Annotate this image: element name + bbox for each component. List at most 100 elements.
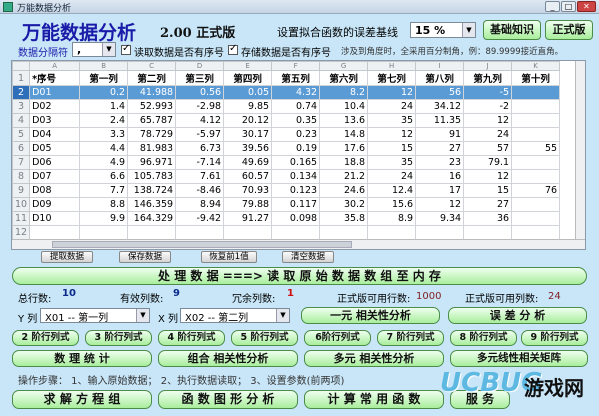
table-cell[interactable] <box>511 127 561 142</box>
table-cell[interactable]: 16 <box>415 169 465 184</box>
table-cell[interactable]: D08 <box>29 183 81 198</box>
table-cell[interactable]: -2 <box>463 99 513 114</box>
table-cell[interactable]: 17.6 <box>319 141 369 156</box>
table-cell[interactable] <box>79 225 129 240</box>
column-header[interactable]: 第六列 <box>319 70 369 86</box>
table-cell[interactable]: -8.46 <box>175 183 225 198</box>
process-data-button[interactable]: 处 理 数 据 ===> 读 取 原 始 数 据 数 组 至 内 存 <box>12 267 587 285</box>
table-cell[interactable]: 9.85 <box>223 99 273 114</box>
table-cell[interactable] <box>511 197 561 212</box>
table-row[interactable]: 2 D01 0.2 41.988 0.56 0.05 4.32 8.2 12 56 -5 <box>12 85 561 100</box>
table-cell[interactable]: 164.329 <box>127 211 177 226</box>
table-cell[interactable]: 0.74 <box>271 99 321 114</box>
table-cell[interactable]: 0.35 <box>271 113 321 128</box>
restore-button[interactable]: 恢复前1值 <box>201 251 257 263</box>
table-cell[interactable]: 49.69 <box>223 155 273 170</box>
table-cell[interactable]: 10.4 <box>319 99 369 114</box>
column-header[interactable]: 第二列 <box>127 70 177 86</box>
table-cell[interactable]: D03 <box>29 113 81 128</box>
table-cell[interactable]: 96.971 <box>127 155 177 170</box>
column-header[interactable]: 第八列 <box>415 70 465 86</box>
table-cell[interactable]: 8.9 <box>367 211 417 226</box>
column-header[interactable]: *序号 <box>29 70 81 86</box>
table-cell[interactable]: 52.993 <box>127 99 177 114</box>
table-cell[interactable]: 57 <box>463 141 513 156</box>
table-cell[interactable]: 8.8 <box>79 197 129 212</box>
table-cell[interactable]: 0.134 <box>271 169 321 184</box>
table-cell[interactable]: 0.117 <box>271 197 321 212</box>
combined-correlation-button[interactable]: 组合 相关性分析 <box>158 350 298 367</box>
linear-correlation-matrix-button[interactable]: 多元线性相关矩阵 <box>450 350 588 367</box>
order-5-determinant-button[interactable]: 5 阶行列式 <box>231 330 298 346</box>
table-cell[interactable] <box>463 225 513 240</box>
table-cell[interactable]: 70.93 <box>223 183 273 198</box>
table-cell[interactable]: 41.988 <box>127 85 177 100</box>
table-cell[interactable]: 20.12 <box>223 113 273 128</box>
table-cell[interactable]: 105.783 <box>127 169 177 184</box>
table-row[interactable]: 12 <box>12 225 561 240</box>
table-cell[interactable]: 91 <box>415 127 465 142</box>
table-cell[interactable]: 8.94 <box>175 197 225 212</box>
table-cell[interactable]: D10 <box>29 211 81 226</box>
table-cell[interactable]: 1.4 <box>79 99 129 114</box>
column-header[interactable]: 第十列 <box>511 70 561 86</box>
table-row[interactable]: 7 D06 4.9 96.971 -7.14 49.69 0.165 18.8 35 23 79.1 <box>12 155 561 170</box>
horizontal-scrollbar[interactable] <box>12 239 585 249</box>
scrollbar-thumb[interactable] <box>52 241 352 248</box>
table-cell[interactable]: 4.12 <box>175 113 225 128</box>
table-cell[interactable]: 9.9 <box>79 211 129 226</box>
order-4-determinant-button[interactable]: 4 阶行列式 <box>158 330 225 346</box>
table-cell[interactable]: 12 <box>367 127 417 142</box>
table-cell[interactable]: 65.787 <box>127 113 177 128</box>
order-3-determinant-button[interactable]: 3 阶行列式 <box>85 330 152 346</box>
table-cell[interactable]: 56 <box>415 85 465 100</box>
table-cell[interactable]: D06 <box>29 155 81 170</box>
table-cell[interactable] <box>511 85 561 100</box>
table-cell[interactable]: 27 <box>463 197 513 212</box>
table-cell[interactable]: 91.27 <box>223 211 273 226</box>
order-8-determinant-button[interactable]: 8 阶行列式 <box>450 330 517 346</box>
table-cell[interactable]: D05 <box>29 141 81 156</box>
table-cell[interactable]: -7.14 <box>175 155 225 170</box>
table-cell[interactable] <box>175 225 225 240</box>
column-header[interactable]: 第三列 <box>175 70 225 86</box>
table-cell[interactable]: D07 <box>29 169 81 184</box>
multivariate-correlation-button[interactable]: 多元 相关性分析 <box>304 350 444 367</box>
table-cell[interactable]: 30.2 <box>319 197 369 212</box>
table-cell[interactable]: 13.6 <box>319 113 369 128</box>
store-index-checkbox[interactable] <box>228 43 238 55</box>
table-cell[interactable]: 35 <box>367 113 417 128</box>
table-cell[interactable]: 12 <box>415 197 465 212</box>
order-6-determinant-button[interactable]: 6阶行列式 <box>304 330 371 346</box>
table-cell[interactable]: -2.98 <box>175 99 225 114</box>
table-cell[interactable]: 24 <box>463 127 513 142</box>
table-cell[interactable]: 12 <box>463 113 513 128</box>
vertical-scrollbar[interactable] <box>575 61 585 239</box>
common-functions-button[interactable]: 计 算 常 用 函 数 <box>304 390 444 409</box>
function-graph-button[interactable]: 函 数 图 形 分 析 <box>158 390 298 409</box>
table-cell[interactable]: D01 <box>29 85 81 100</box>
table-row[interactable]: 6 D05 4.4 81.983 6.73 39.56 0.19 17.6 15 27 57 55 <box>12 141 561 156</box>
extract-data-button[interactable]: 提取数据 <box>41 251 93 263</box>
order-9-determinant-button[interactable]: 9 阶行列式 <box>521 330 588 346</box>
table-cell[interactable]: 36 <box>463 211 513 226</box>
table-cell[interactable]: 12.4 <box>367 183 417 198</box>
table-row[interactable]: 9 D08 7.7 138.724 -8.46 70.93 0.123 24.6 12.4 17 1… <box>12 183 561 198</box>
table-cell[interactable]: -5 <box>463 85 513 100</box>
table-cell[interactable]: 6.6 <box>79 169 129 184</box>
table-cell[interactable]: 39.56 <box>223 141 273 156</box>
basic-knowledge-button[interactable]: 基础知识 <box>483 20 541 40</box>
table-cell[interactable]: 2.4 <box>79 113 129 128</box>
math-statistics-button[interactable]: 数 理 统 计 <box>12 350 152 367</box>
table-cell[interactable]: 0.123 <box>271 183 321 198</box>
table-cell[interactable]: 146.359 <box>127 197 177 212</box>
table-cell[interactable]: 15 <box>367 141 417 156</box>
order-2-determinant-button[interactable]: 2 阶行列式 <box>12 330 79 346</box>
table-cell[interactable]: 0.165 <box>271 155 321 170</box>
table-cell[interactable]: 4.4 <box>79 141 129 156</box>
table-cell[interactable]: 9.34 <box>415 211 465 226</box>
column-header[interactable]: 第七列 <box>367 70 417 86</box>
table-cell[interactable]: 34.12 <box>415 99 465 114</box>
x-column-select[interactable]: X02 -- 第二列 ▼ <box>180 308 290 324</box>
read-index-checkbox[interactable] <box>121 43 131 55</box>
